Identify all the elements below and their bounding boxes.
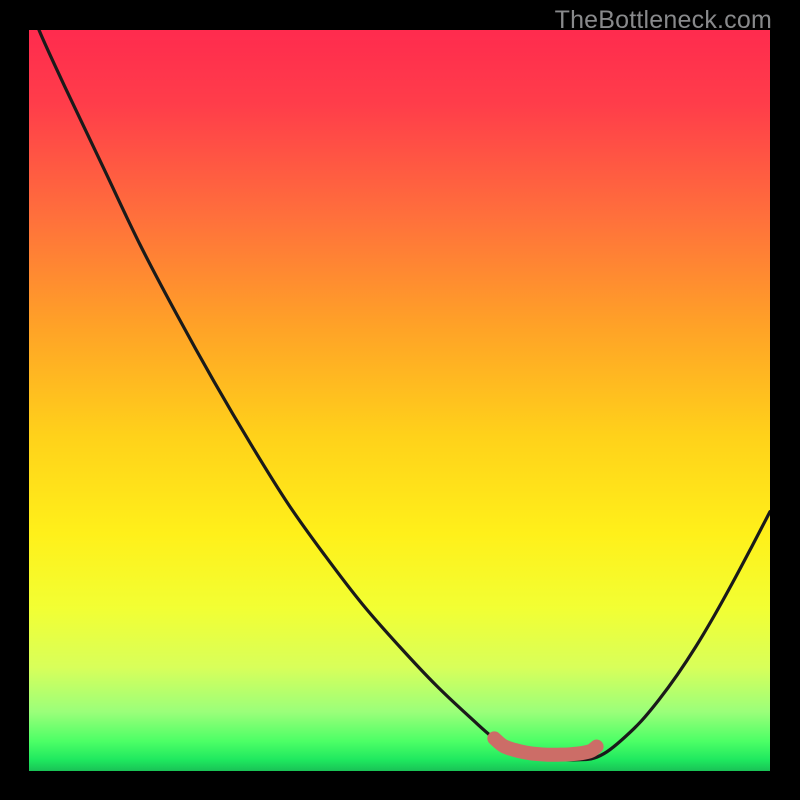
plot-area <box>29 30 770 771</box>
optimal-range-marker <box>29 30 770 771</box>
chart-container: TheBottleneck.com <box>0 0 800 800</box>
